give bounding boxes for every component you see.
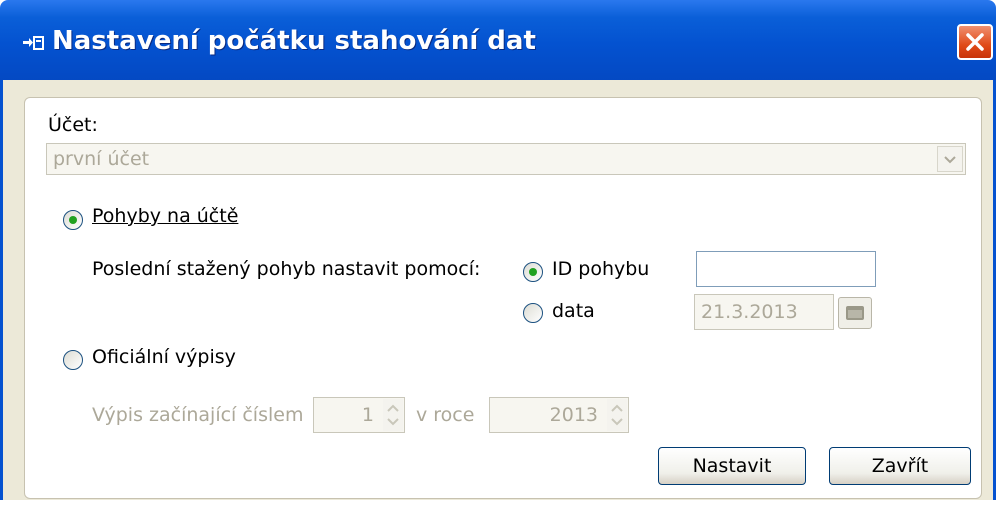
statements-radio[interactable] [63,350,83,370]
date-option-label[interactable]: data [552,300,595,322]
radio-selected-dot [69,216,77,224]
date-value: 21.3.2013 [701,301,798,323]
account-dropdown-button[interactable] [937,146,963,172]
title-bar[interactable]: Nastavení počátku stahování dat [0,0,996,80]
dialog-window: Nastavení počátku stahování dat Účet: pr… [0,0,996,517]
bottom-band [0,500,996,517]
account-label: Účet: [48,114,98,136]
id-option-label[interactable]: ID pohybu [552,258,649,280]
calendar-icon [846,306,864,320]
app-icon [23,36,44,50]
account-select[interactable]: první účet [46,143,966,175]
id-option-radio[interactable] [523,262,543,282]
date-input[interactable]: 21.3.2013 [694,294,834,330]
date-option-radio[interactable] [523,303,543,323]
window-title: Nastavení počátku stahování dat [52,26,536,56]
start-number-label: Výpis začínající číslem [92,404,304,426]
close-icon [966,33,984,51]
year-label: v roce [416,404,475,426]
start-number-value: 1 [361,404,374,426]
year-value: 2013 [549,404,598,426]
radio-selected-dot [529,268,537,276]
start-number-spin[interactable] [383,399,403,431]
set-button[interactable]: Nastavit [658,447,806,485]
set-by-label: Poslední stažený pohyb nastavit pomocí: [92,258,481,280]
year-spin[interactable] [607,399,627,431]
movement-id-input[interactable] [696,251,876,287]
start-number-stepper[interactable]: 1 [313,397,405,433]
calendar-button[interactable] [838,297,872,329]
spin-arrows-icon [387,404,399,426]
close-button[interactable]: Zavřít [829,447,971,485]
spin-arrows-icon [611,404,623,426]
close-window-button[interactable] [957,24,993,60]
movements-label[interactable]: Pohyby na účtě [92,205,238,227]
chevron-down-icon [944,156,956,164]
year-stepper[interactable]: 2013 [489,397,629,433]
statements-label[interactable]: Oficiální výpisy [92,346,236,368]
account-select-value: první účet [53,148,150,170]
movements-radio[interactable] [63,210,83,230]
